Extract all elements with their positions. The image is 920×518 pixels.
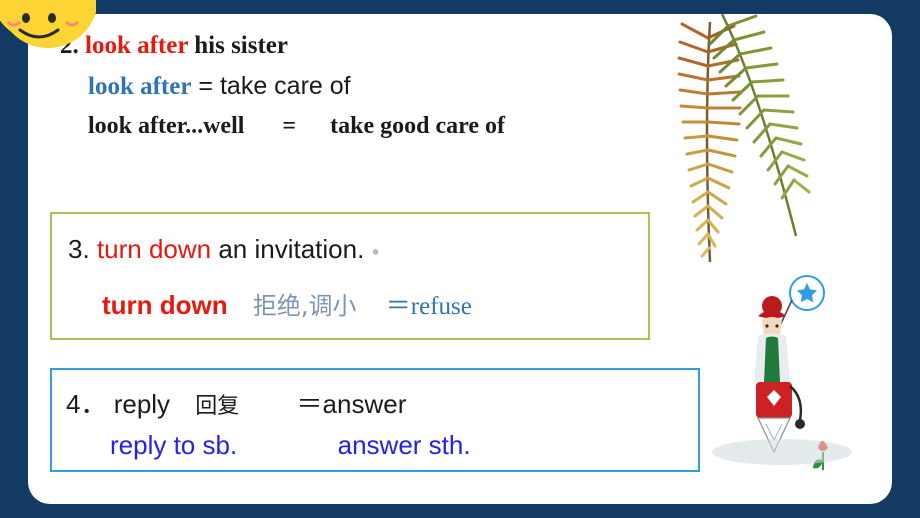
- item4-collocations: reply to sb. answer sth.: [110, 430, 471, 461]
- item3-box: 3. turn down an invitation. ● turn down …: [50, 212, 650, 340]
- slide-root: 2. look after his sister look after = ta…: [0, 0, 920, 518]
- item3-number: 3.: [68, 234, 90, 264]
- text-lines: 2. look after his sister look after = ta…: [30, 32, 670, 140]
- item3-chinese: 拒绝,调小: [252, 292, 357, 320]
- item3-equals-refuse: ＝refuse: [385, 293, 472, 320]
- item3-phrase-repeat: turn down: [102, 290, 228, 320]
- item3-phrase: turn down: [96, 234, 212, 264]
- item2-definition-meaning: take care of: [219, 72, 351, 100]
- item3-rest: an invitation.: [218, 234, 365, 264]
- item4-number: 4．: [66, 389, 107, 419]
- item2-rest: his sister: [194, 32, 288, 59]
- item3-definition: turn down 拒绝,调小 ＝refuse: [102, 286, 472, 322]
- item2-heading: 2. look after his sister: [60, 32, 670, 60]
- item4-chinese: 回复: [195, 394, 240, 419]
- sun-smiley-icon: [0, 0, 96, 50]
- item2-definition-equals: =: [198, 72, 214, 100]
- item2-extended-meaning: take good care of: [330, 113, 505, 139]
- bullet-dot-icon: ●: [371, 243, 380, 259]
- item2-extended: look after...well = take good care of: [88, 113, 670, 140]
- item2-extended-term: look after...well: [88, 113, 245, 139]
- item2-phrase: look after: [85, 32, 188, 59]
- item4-collocation-right: answer sth.: [337, 430, 471, 460]
- item4-collocation-left: reply to sb.: [110, 430, 238, 460]
- item4-equals-answer: ＝answer: [296, 389, 407, 419]
- item2-extended-equals: =: [282, 113, 297, 139]
- item2-definition: look after = take care of: [88, 72, 670, 101]
- item2-definition-term: look after: [88, 73, 192, 100]
- item4-word: reply: [113, 389, 171, 419]
- item3-heading: 3. turn down an invitation. ●: [68, 234, 379, 265]
- item4-box: 4． reply 回复 ＝answer reply to sb. answer …: [50, 368, 700, 472]
- item4-heading: 4． reply 回复 ＝answer: [66, 384, 406, 421]
